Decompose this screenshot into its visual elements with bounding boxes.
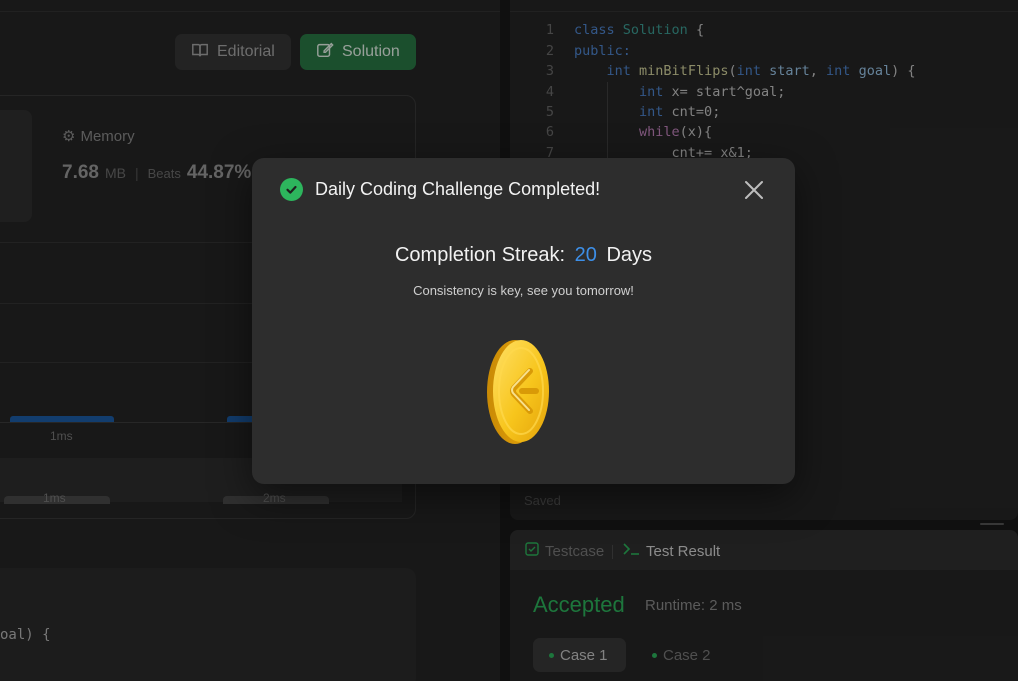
close-button[interactable] [742, 178, 766, 202]
challenge-complete-modal: Daily Coding Challenge Completed! Comple… [252, 158, 795, 484]
streak-label: Completion Streak: [394, 244, 566, 266]
modal-header: Daily Coding Challenge Completed! [280, 178, 600, 201]
streak-unit: Days [606, 244, 653, 266]
check-circle-icon [280, 178, 303, 201]
coin-icon [486, 338, 552, 446]
modal-tagline: Consistency is key, see you tomorrow! [413, 283, 634, 298]
modal-title: Daily Coding Challenge Completed! [315, 179, 601, 199]
completion-streak: Completion Streak: 20 Days [252, 244, 795, 267]
close-icon [745, 181, 763, 199]
streak-count: 20 [574, 244, 597, 266]
app-root: Editorial Solution ⚙ Memory 7.68 MB | Be… [0, 0, 1018, 681]
